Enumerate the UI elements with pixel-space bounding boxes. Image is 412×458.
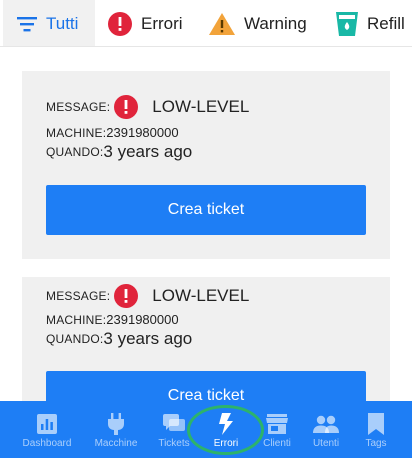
lightning-icon (219, 413, 233, 435)
alert-card: MESSAGE: LOW-LEVEL MACHINE: 2391980000 Q… (22, 277, 390, 401)
plug-icon (107, 413, 125, 435)
bookmark-icon (368, 413, 384, 435)
tab-errori[interactable]: Errori (108, 0, 183, 46)
machine-row: MACHINE: 2391980000 (46, 125, 179, 140)
when-value: 3 years ago (103, 329, 193, 348)
nav-utenti[interactable]: Utenti (300, 401, 352, 458)
machine-value: 2391980000 (106, 125, 179, 140)
warning-icon (209, 12, 235, 35)
alert-card: MESSAGE: LOW-LEVEL MACHINE: 2391980000 Q… (22, 71, 390, 259)
tickets-icon (163, 413, 185, 435)
when-row: QUANDO: 3 years ago (46, 329, 192, 349)
tab-warning[interactable]: Warning (209, 0, 307, 46)
machine-label: MACHINE: (46, 125, 107, 140)
refill-cup-icon (336, 11, 358, 36)
people-icon (313, 413, 339, 435)
machine-label: MACHINE: (46, 312, 107, 327)
tab-refill[interactable]: Refill (336, 0, 405, 46)
bottom-navigation: Dashboard Macchine Tickets Errori Client… (0, 401, 412, 458)
message-label: MESSAGE: (46, 100, 111, 114)
when-label: QUANDO: (46, 145, 104, 159)
nav-clienti-label: Clienti (263, 438, 291, 449)
nav-dashboard-label: Dashboard (22, 438, 72, 449)
when-value: 3 years ago (103, 142, 193, 161)
dashboard-icon (37, 413, 57, 435)
error-icon (114, 284, 139, 308)
nav-errori[interactable]: Errori (196, 401, 256, 458)
nav-utenti-label: Utenti (312, 438, 340, 449)
message-label: MESSAGE: (46, 289, 111, 303)
tab-refill-label: Refill (367, 13, 405, 33)
tab-tutti[interactable]: Tutti (3, 0, 95, 46)
message-value: LOW-LEVEL (152, 286, 250, 305)
filter-tabs: Tutti Errori Warning Refill (0, 0, 412, 47)
message-row: MESSAGE: LOW-LEVEL (46, 95, 249, 119)
when-row: QUANDO: 3 years ago (46, 142, 192, 162)
nav-tickets-label: Tickets (158, 438, 190, 449)
nav-tickets[interactable]: Tickets (146, 401, 202, 458)
message-value: LOW-LEVEL (152, 97, 250, 116)
filter-list-icon (17, 16, 37, 32)
machine-value: 2391980000 (106, 312, 179, 327)
create-ticket-button[interactable]: Crea ticket (46, 371, 366, 401)
nav-clienti[interactable]: Clienti (252, 401, 302, 458)
machine-row: MACHINE: 2391980000 (46, 312, 179, 327)
alerts-list[interactable]: MESSAGE: LOW-LEVEL MACHINE: 2391980000 Q… (0, 47, 412, 401)
nav-errori-label: Errori (213, 438, 239, 449)
error-icon (114, 95, 139, 119)
store-icon (266, 413, 288, 435)
message-row: MESSAGE: LOW-LEVEL (46, 284, 249, 308)
tab-warning-label: Warning (244, 13, 307, 33)
create-ticket-button[interactable]: Crea ticket (46, 185, 366, 235)
nav-macchine-label: Macchine (94, 438, 138, 449)
when-label: QUANDO: (46, 332, 104, 346)
tab-errori-label: Errori (141, 13, 183, 33)
nav-macchine[interactable]: Macchine (84, 401, 148, 458)
nav-dashboard[interactable]: Dashboard (8, 401, 86, 458)
nav-tags-label: Tags (365, 438, 387, 449)
nav-tags[interactable]: Tags (352, 401, 400, 458)
error-icon (108, 11, 132, 36)
tab-tutti-label: Tutti (46, 13, 79, 33)
